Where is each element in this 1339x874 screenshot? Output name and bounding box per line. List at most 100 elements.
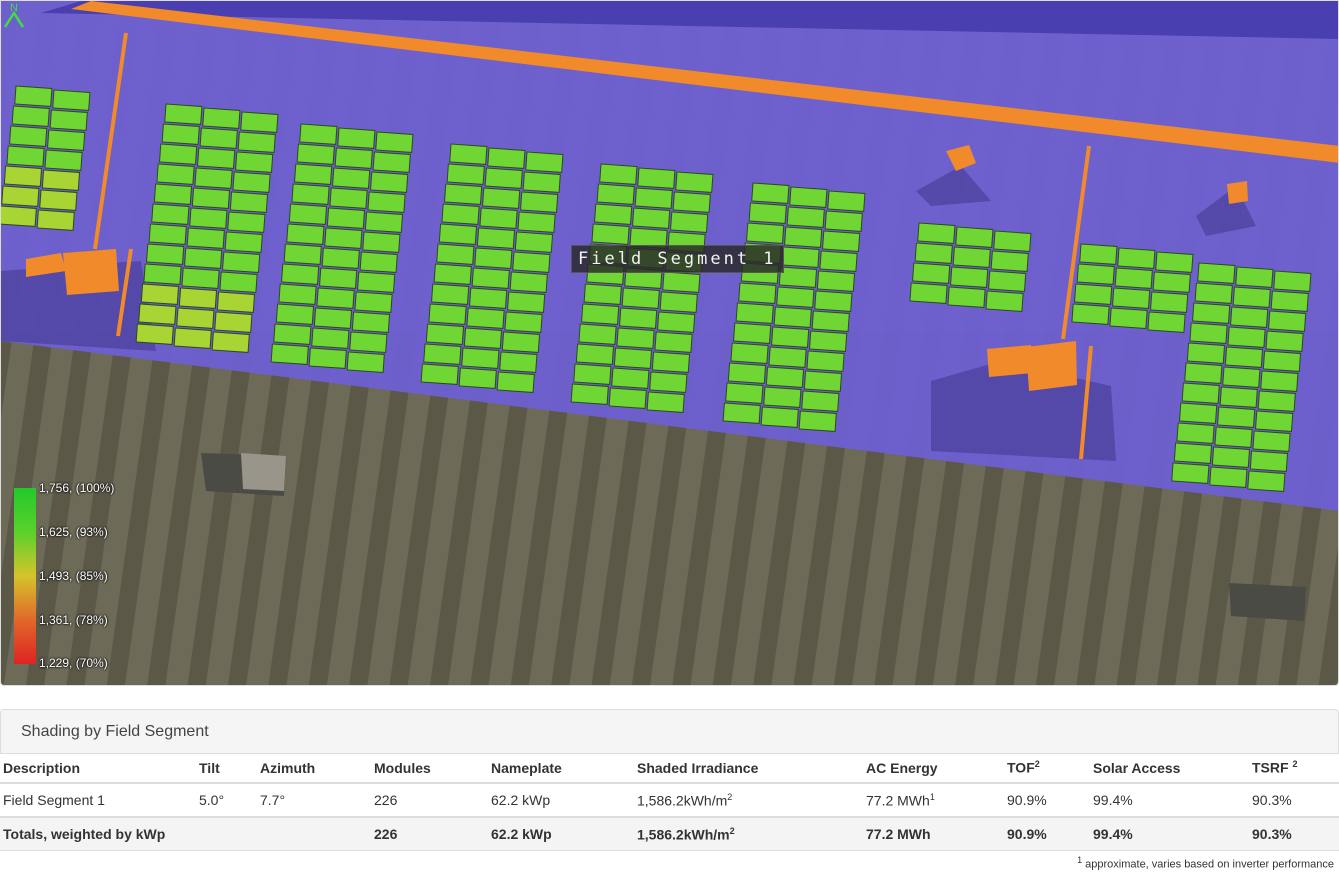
col-modules: Modules (371, 753, 488, 784)
solar-module (771, 326, 810, 349)
solar-module (313, 307, 353, 330)
totals-nameplate: 62.2 kWp (488, 816, 634, 851)
solar-module (337, 127, 376, 150)
solar-module (784, 226, 823, 249)
solar-module (1217, 406, 1256, 429)
solar-module (140, 283, 180, 306)
solar-module (765, 366, 805, 389)
map-canvas[interactable] (1, 1, 1339, 686)
solar-module (316, 287, 355, 310)
solar-module (161, 123, 200, 146)
solar-module (727, 362, 767, 385)
legend-color-scale (14, 488, 36, 664)
solar-module (375, 131, 414, 154)
solar-module (735, 302, 774, 325)
solar-module (525, 151, 564, 174)
solar-module (990, 250, 1029, 273)
solar-module (1232, 286, 1271, 309)
irradiance-legend: 1,756, (100%) 1,625, (93%) 1,493, (85%) … (14, 481, 154, 670)
legend-label: 1,625, (93%) (39, 525, 108, 539)
solar-module (431, 283, 470, 306)
totals-irradiance-value: 1,586.2kWh/m (637, 826, 730, 843)
solar-module (657, 311, 696, 334)
solar-module (822, 230, 861, 253)
solar-module (41, 169, 81, 192)
solar-module (1186, 342, 1226, 365)
solar-module (47, 129, 86, 152)
solar-module (6, 145, 45, 168)
solar-module (1079, 243, 1118, 266)
solar-module (181, 267, 220, 290)
solar-module (11, 105, 50, 128)
solar-module (351, 311, 391, 334)
solar-module (760, 406, 799, 429)
solar-module (420, 363, 459, 386)
solar-module (578, 323, 617, 346)
solar-module (512, 251, 551, 274)
solar-module (776, 286, 815, 309)
solar-module (1173, 442, 1213, 465)
solar-module (947, 286, 986, 309)
cell-modules: 226 (374, 792, 398, 808)
solar-module (1224, 346, 1264, 369)
solar-module (1074, 283, 1113, 306)
solar-module (1147, 311, 1186, 334)
solar-module (1247, 470, 1286, 493)
solar-module (806, 350, 845, 373)
solar-module (522, 171, 561, 194)
shading-map[interactable]: Field Segment 1 1,756, (100%) 1,625, (93… (0, 0, 1339, 686)
solar-module (191, 187, 231, 210)
rooftop-unit (1229, 583, 1306, 621)
cell-solar-access: 99.4% (1093, 792, 1133, 808)
solar-module (194, 167, 233, 190)
solar-module (751, 182, 790, 205)
solar-module (798, 410, 837, 433)
solar-module (370, 171, 409, 194)
solar-module (49, 109, 88, 132)
north-arrow-icon: N (3, 2, 25, 28)
totals-shaded-irradiance: 1,586.2kWh/m2 (634, 816, 863, 851)
tsrf-footnote-marker: 2 (1292, 759, 1298, 770)
totals-modules: 226 (371, 816, 488, 851)
solar-module (423, 343, 462, 366)
field-segment-tooltip[interactable]: Field Segment 1 (571, 245, 784, 273)
solar-module (912, 262, 951, 285)
solar-module (616, 327, 655, 350)
solar-module (484, 167, 523, 190)
solar-module (816, 270, 856, 293)
solar-module (746, 222, 785, 245)
solar-module (1, 185, 40, 208)
solar-module (211, 331, 250, 354)
solar-module (143, 263, 182, 286)
solar-module (444, 183, 483, 206)
col-tilt: Tilt (196, 753, 257, 784)
solar-module (364, 211, 404, 234)
irradiance-unit-exponent: 2 (727, 791, 733, 802)
solar-module (914, 242, 953, 265)
solar-module (675, 171, 714, 194)
solar-module (1114, 267, 1153, 290)
solar-module (637, 167, 676, 190)
solar-module (463, 327, 503, 350)
solar-module (1112, 287, 1151, 310)
solar-module (1176, 422, 1215, 445)
solar-module (1273, 270, 1312, 293)
totals-tsrf: 90.3% (1249, 816, 1339, 851)
solar-module (608, 387, 647, 410)
solar-module (288, 203, 328, 226)
solar-module (214, 311, 253, 334)
col-tof: TOF2 (1004, 753, 1090, 784)
solar-module (291, 183, 330, 206)
solar-module (308, 347, 347, 370)
table-header-row: Description Tilt Azimuth Modules Namepla… (0, 753, 1339, 784)
solar-module (197, 147, 236, 170)
solar-module (646, 391, 685, 414)
solar-module (827, 190, 866, 213)
solar-module (596, 183, 635, 206)
solar-module (824, 210, 863, 233)
solar-module (514, 231, 554, 254)
solar-module (763, 386, 802, 409)
solar-module (507, 291, 546, 314)
solar-module (773, 306, 812, 329)
col-tsrf: TSRF 2 (1249, 753, 1339, 784)
